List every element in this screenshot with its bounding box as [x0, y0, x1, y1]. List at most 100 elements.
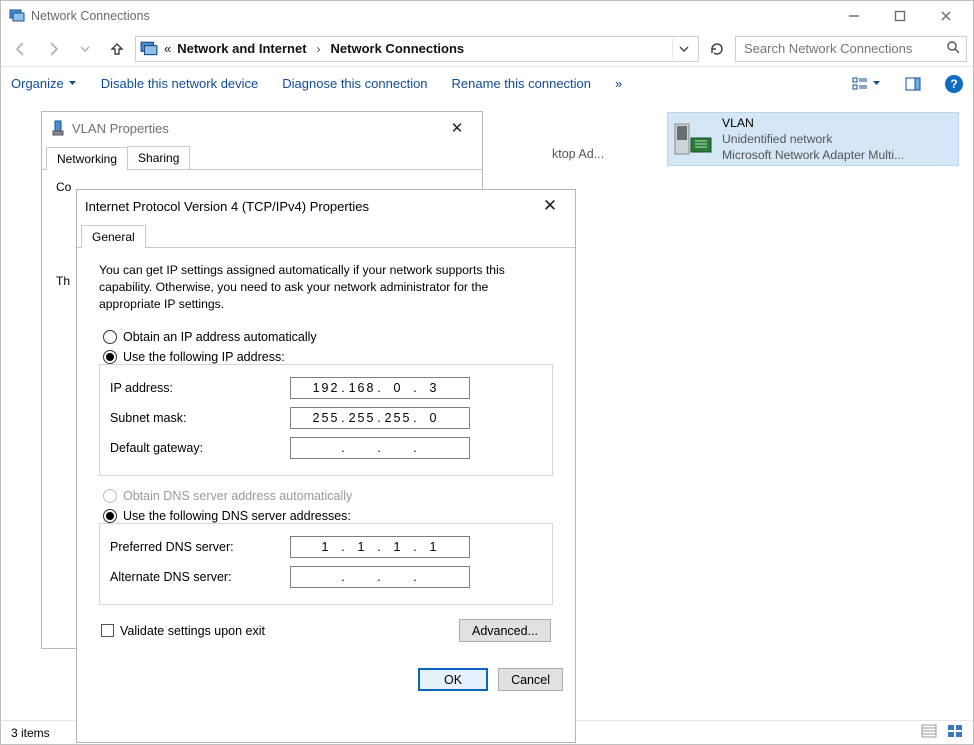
- dialog-tabs: General: [77, 222, 575, 248]
- radio-obtain-dns-auto: Obtain DNS server address automatically: [103, 486, 553, 506]
- nav-forward-button[interactable]: [39, 35, 67, 63]
- input-ip-address[interactable]: 192. 168. 0. 3: [290, 377, 470, 399]
- adapter-icon: [672, 117, 716, 161]
- radio-obtain-ip-auto[interactable]: Obtain an IP address automatically: [103, 327, 553, 347]
- cmd-diagnose-connection[interactable]: Diagnose this connection: [282, 76, 427, 91]
- radio-label: Use the following DNS server addresses:: [123, 509, 351, 523]
- nav-strip: « Network and Internet › Network Connect…: [1, 31, 973, 67]
- dialog-titlebar[interactable]: Internet Protocol Version 4 (TCP/IPv4) P…: [77, 190, 575, 222]
- chevron-down-icon: [872, 79, 881, 88]
- titlebar: Network Connections: [1, 1, 973, 31]
- radio-label: Obtain an IP address automatically: [123, 330, 317, 344]
- input-subnet-mask[interactable]: 255. 255. 255. 0: [290, 407, 470, 429]
- adapter-status: Unidentified network: [722, 131, 904, 147]
- nav-back-button[interactable]: [7, 35, 35, 63]
- row-subnet-mask: Subnet mask: 255. 255. 255. 0: [110, 403, 542, 433]
- nav-recent-button[interactable]: [71, 35, 99, 63]
- radio-icon: [103, 350, 117, 364]
- label-default-gateway: Default gateway:: [110, 441, 290, 455]
- dialog-tabs: Networking Sharing: [42, 144, 482, 170]
- window-title-text: Network Connections: [31, 9, 150, 23]
- cmd-preview-pane[interactable]: [905, 76, 921, 92]
- nav-up-button[interactable]: [103, 35, 131, 63]
- dns-group: Preferred DNS server: 1. 1. 1. 1 Alterna…: [99, 523, 553, 605]
- search-input[interactable]: [742, 40, 946, 57]
- close-button[interactable]: [923, 2, 969, 30]
- tab-sharing[interactable]: Sharing: [127, 146, 190, 169]
- cancel-button[interactable]: Cancel: [498, 668, 563, 691]
- breadcrumb-sep-icon: ›: [313, 42, 325, 56]
- view-large-icons-button[interactable]: [947, 723, 963, 742]
- tab-networking[interactable]: Networking: [46, 147, 128, 170]
- cmd-more[interactable]: »: [615, 76, 622, 91]
- ok-button[interactable]: OK: [418, 668, 488, 691]
- cmd-rename-connection[interactable]: Rename this connection: [452, 76, 591, 91]
- label-preferred-dns: Preferred DNS server:: [110, 540, 290, 554]
- ipv4-properties-dialog: Internet Protocol Version 4 (TCP/IPv4) P…: [76, 189, 576, 743]
- breadcrumb-collapse[interactable]: «: [164, 41, 171, 56]
- adapter-device: Microsoft Network Adapter Multi...: [722, 147, 904, 163]
- minimize-button[interactable]: [831, 2, 877, 30]
- row-default-gateway: Default gateway: . . .: [110, 433, 542, 463]
- ip-address-group: IP address: 192. 168. 0. 3 Subnet mask: …: [99, 364, 553, 476]
- network-icon: [9, 8, 25, 24]
- dialog-title: VLAN Properties: [72, 121, 169, 136]
- refresh-button[interactable]: [703, 35, 731, 63]
- cmd-organize-label: Organize: [11, 76, 64, 91]
- maximize-button[interactable]: [877, 2, 923, 30]
- checkbox-validate-settings[interactable]: Validate settings upon exit: [101, 624, 265, 638]
- adapter-properties-icon: [50, 120, 66, 136]
- search-box[interactable]: [735, 36, 967, 62]
- network-icon: [140, 40, 158, 58]
- validate-advanced-row: Validate settings upon exit Advanced...: [99, 605, 553, 646]
- radio-label: Use the following IP address:: [123, 350, 285, 364]
- checkbox-label: Validate settings upon exit: [120, 624, 265, 638]
- command-bar: Organize Disable this network device Dia…: [1, 67, 973, 101]
- address-bar[interactable]: « Network and Internet › Network Connect…: [135, 36, 699, 62]
- input-default-gateway[interactable]: . . .: [290, 437, 470, 459]
- radio-icon: [103, 330, 117, 344]
- adapter-name: VLAN: [722, 115, 904, 131]
- cmd-organize[interactable]: Organize: [11, 76, 77, 91]
- breadcrumb-seg-2[interactable]: Network Connections: [331, 41, 465, 56]
- input-alternate-dns[interactable]: . . .: [290, 566, 470, 588]
- search-icon: [946, 40, 960, 57]
- this-connection-uses-label-truncated: Th: [56, 274, 70, 288]
- help-button[interactable]: ?: [945, 75, 963, 93]
- checkbox-icon: [101, 624, 114, 637]
- view-icon: [852, 76, 868, 92]
- window-title: Network Connections: [9, 8, 831, 24]
- description-text: You can get IP settings assigned automat…: [99, 262, 553, 313]
- explorer-window: Network Connections « Network and Intern…: [0, 0, 974, 745]
- dialog-title: Internet Protocol Version 4 (TCP/IPv4) P…: [85, 199, 369, 214]
- label-subnet-mask: Subnet mask:: [110, 411, 290, 425]
- status-item-count: 3 items: [11, 726, 50, 740]
- row-preferred-dns: Preferred DNS server: 1. 1. 1. 1: [110, 532, 542, 562]
- preview-pane-icon: [905, 76, 921, 92]
- advanced-button[interactable]: Advanced...: [459, 619, 551, 642]
- row-ip-address: IP address: 192. 168. 0. 3: [110, 373, 542, 403]
- dialog-button-row: OK Cancel: [77, 660, 575, 701]
- breadcrumb-seg-1[interactable]: Network and Internet: [177, 41, 306, 56]
- tab-general[interactable]: General: [81, 225, 146, 248]
- dialog-titlebar[interactable]: VLAN Properties ✕: [42, 112, 482, 144]
- radio-icon: [103, 489, 117, 503]
- address-dropdown-button[interactable]: [672, 38, 694, 60]
- radio-icon: [103, 509, 117, 523]
- adapter-vlan[interactable]: VLAN Unidentified network Microsoft Netw…: [668, 113, 958, 165]
- label-ip-address: IP address:: [110, 381, 290, 395]
- view-details-button[interactable]: [921, 723, 937, 742]
- chevron-down-icon: [68, 79, 77, 88]
- cmd-disable-device[interactable]: Disable this network device: [101, 76, 259, 91]
- input-preferred-dns[interactable]: 1. 1. 1. 1: [290, 536, 470, 558]
- row-alternate-dns: Alternate DNS server: . . .: [110, 562, 542, 592]
- dialog-body: You can get IP settings assigned automat…: [77, 248, 575, 660]
- label-alternate-dns: Alternate DNS server:: [110, 570, 290, 584]
- cmd-view-options[interactable]: [852, 76, 881, 92]
- connect-using-label-truncated: Co: [56, 180, 71, 194]
- dialog-close-button[interactable]: ✕: [440, 116, 474, 140]
- radio-label: Obtain DNS server address automatically: [123, 489, 352, 503]
- adapter-text: VLAN Unidentified network Microsoft Netw…: [722, 115, 904, 163]
- dialog-close-button[interactable]: ✕: [533, 194, 567, 218]
- adapter-text-truncated: ktop Ad...: [552, 147, 604, 161]
